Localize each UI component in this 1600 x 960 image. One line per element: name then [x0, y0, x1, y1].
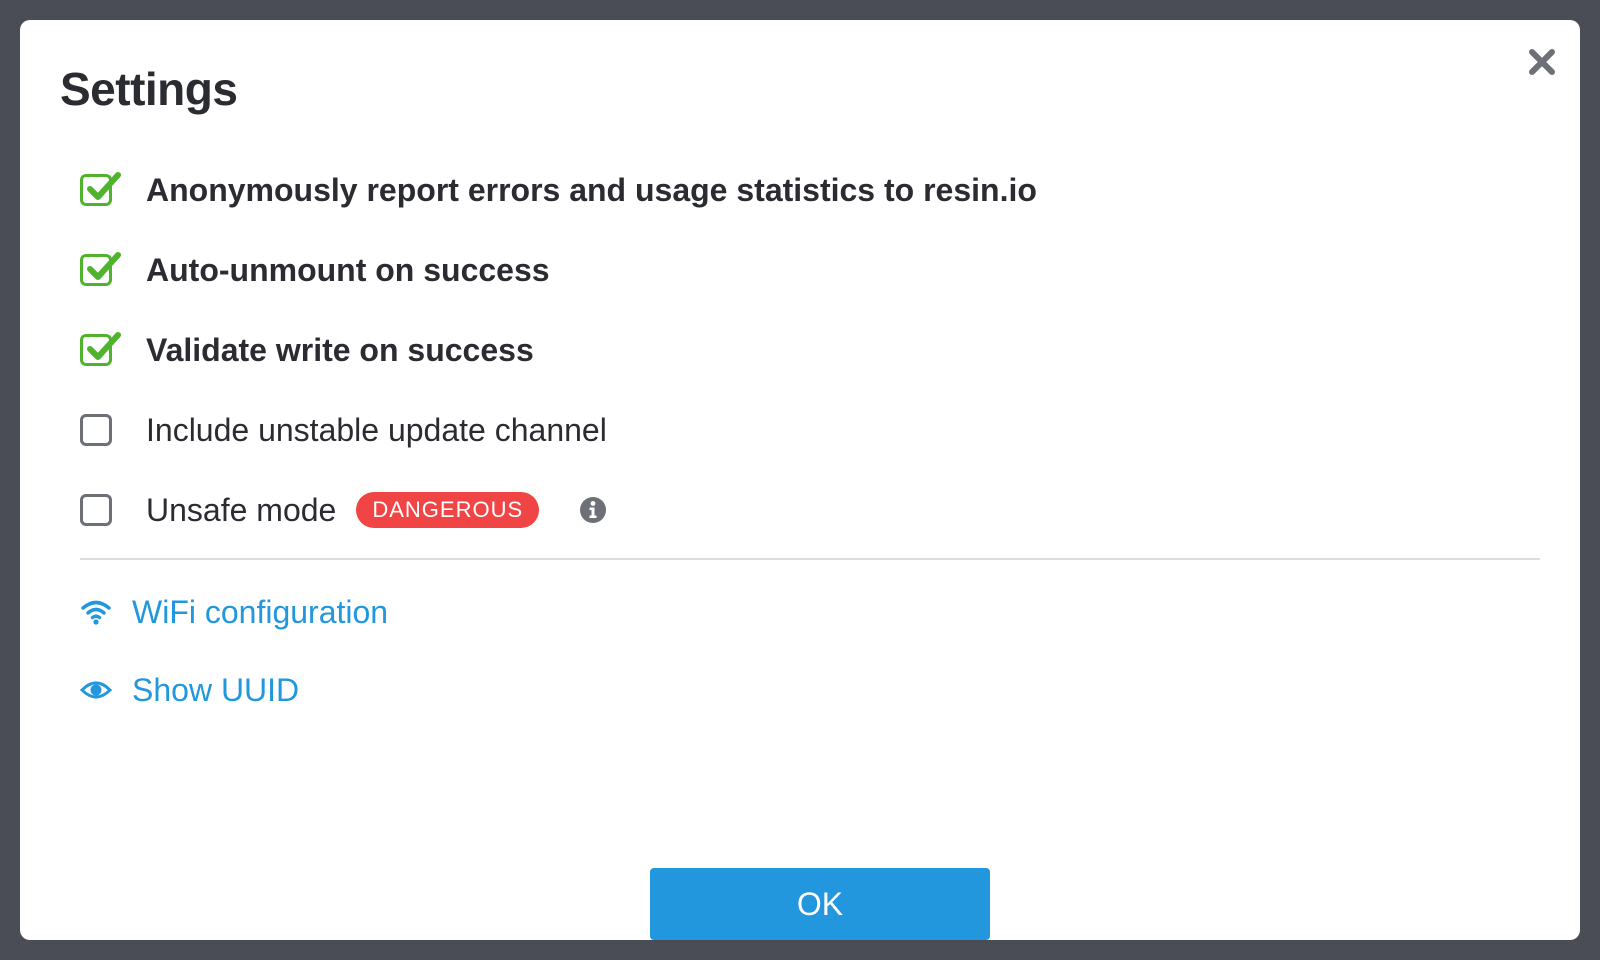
error-reporting-label: Anonymously report errors and usage stat…: [146, 171, 1037, 208]
checkmark-icon: [87, 172, 121, 200]
auto-unmount-checkbox[interactable]: [80, 252, 121, 286]
wifi-icon: [80, 596, 112, 628]
option-error-reporting[interactable]: Anonymously report errors and usage stat…: [80, 150, 1540, 230]
unstable-channel-checkbox[interactable]: [80, 414, 112, 446]
close-icon: [1529, 49, 1555, 75]
auto-unmount-label: Auto-unmount on success: [146, 251, 550, 288]
unstable-channel-label: Include unstable update channel: [146, 411, 607, 448]
unsafe-mode-checkbox[interactable]: [80, 494, 112, 526]
divider: [80, 558, 1540, 560]
checkmark-icon: [87, 252, 121, 280]
show-uuid-label: Show UUID: [132, 671, 300, 708]
validate-write-label: Validate write on success: [146, 331, 534, 368]
option-unsafe-mode[interactable]: Unsafe mode DANGEROUS: [80, 470, 1540, 550]
wifi-configuration-label: WiFi configuration: [132, 593, 389, 630]
wifi-configuration-link[interactable]: WiFi configuration: [80, 586, 388, 638]
error-reporting-checkbox[interactable]: [80, 172, 121, 206]
option-auto-unmount[interactable]: Auto-unmount on success: [80, 230, 1540, 310]
dialog-title: Settings: [60, 63, 238, 115]
settings-dialog: Settings Anonymously report errors and u…: [20, 20, 1580, 940]
ok-button[interactable]: OK: [650, 868, 990, 940]
validate-write-checkbox[interactable]: [80, 332, 121, 366]
info-icon[interactable]: [579, 496, 607, 524]
unsafe-mode-label: Unsafe mode: [146, 491, 337, 528]
eye-icon: [80, 674, 112, 706]
close-button[interactable]: [1524, 44, 1560, 80]
checkmark-icon: [87, 332, 121, 360]
show-uuid-link[interactable]: Show UUID: [80, 664, 299, 716]
settings-options: Anonymously report errors and usage stat…: [80, 150, 1540, 550]
option-validate-write[interactable]: Validate write on success: [80, 310, 1540, 390]
option-unstable-channel[interactable]: Include unstable update channel: [80, 390, 1540, 470]
dangerous-badge: DANGEROUS: [356, 492, 540, 528]
